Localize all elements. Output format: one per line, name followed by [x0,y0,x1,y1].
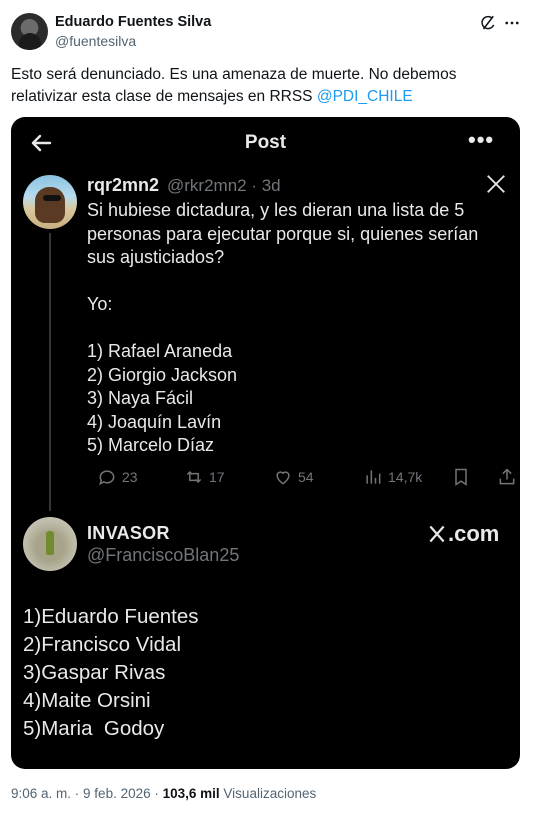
x-logo-icon [429,525,445,543]
list-item: 1)Eduardo Fuentes [23,605,199,628]
author-name[interactable]: Eduardo Fuentes Silva [55,14,211,30]
grok-icon[interactable] [479,14,497,32]
heart-icon [276,471,290,485]
like-count: 54 [298,469,314,485]
post1-actions: 23 17 54 14,7k [87,467,515,489]
repost-icon [186,470,202,484]
reply-count: 23 [122,469,138,485]
list-item: 2)Francisco Vidal [23,633,181,656]
post2-list: 1)Eduardo Fuentes 2)Francisco Vidal 3)Ga… [23,603,503,743]
author-handle[interactable]: @fuentesilva [55,33,136,49]
tweet-text: Esto será denunciado. Es una amenaza de … [11,64,511,108]
screenshot-more-icon: ••• [468,127,495,152]
views-label: Visualizaciones [223,786,317,801]
bookmark-icon [455,468,467,486]
reply-icon [99,470,115,486]
like-stat: 54 [273,467,314,487]
list-item: 3)Gaspar Rivas [23,661,166,684]
share-icon [499,468,515,485]
reply-stat: 23 [97,467,138,487]
bookmark-stat [451,467,476,487]
post-date[interactable]: 9 feb. 2026 [83,786,151,801]
more-options-icon[interactable] [503,14,521,32]
thread-line [49,233,51,511]
share-stat [497,467,520,487]
screenshot-title: Post [244,132,287,153]
separator: · [71,786,84,801]
views-count: 14,7k [388,469,423,485]
watermark-text: .com [448,521,500,546]
post1-body: Si hubiese dictadura, y les dieran una l… [87,200,479,455]
attached-screenshot[interactable]: Post ••• rqr2mn2 @rkr2mn2 · 3d Si hubies… [11,117,520,769]
mention-link[interactable]: @PDI_CHILE [317,88,413,105]
author-avatar[interactable] [11,13,48,50]
post1-meta: @rkr2mn2 · 3d [167,176,281,195]
separator: · [150,786,163,801]
post1-avatar [23,175,77,229]
repost-count: 17 [209,469,225,485]
bottle-picture [46,531,54,555]
tweet-header: Eduardo Fuentes Silva @fuentesilva [0,0,534,60]
analytics-icon [366,470,381,484]
x-com-watermark: .com [427,521,499,547]
list-item: 4)Maite Orsini [23,689,151,712]
views-total: 103,6 mil [162,786,220,801]
post2-author-name: INVASOR [87,523,170,543]
post2-avatar [23,517,77,571]
post1-author-name: rqr2mn2 [87,175,160,195]
x-logo-icon [487,175,505,193]
post-time[interactable]: 9:06 a. m. [11,786,71,801]
dog-picture [35,187,65,223]
tweet-footer: 9:06 a. m. · 9 feb. 2026 · 103,6 mil Vis… [11,786,316,801]
repost-stat: 17 [184,467,225,487]
list-item: 5)Maria Godoy [23,717,165,740]
post2-handle: @FranciscoBlan25 [87,545,240,565]
views-stat: 14,7k [363,467,422,487]
